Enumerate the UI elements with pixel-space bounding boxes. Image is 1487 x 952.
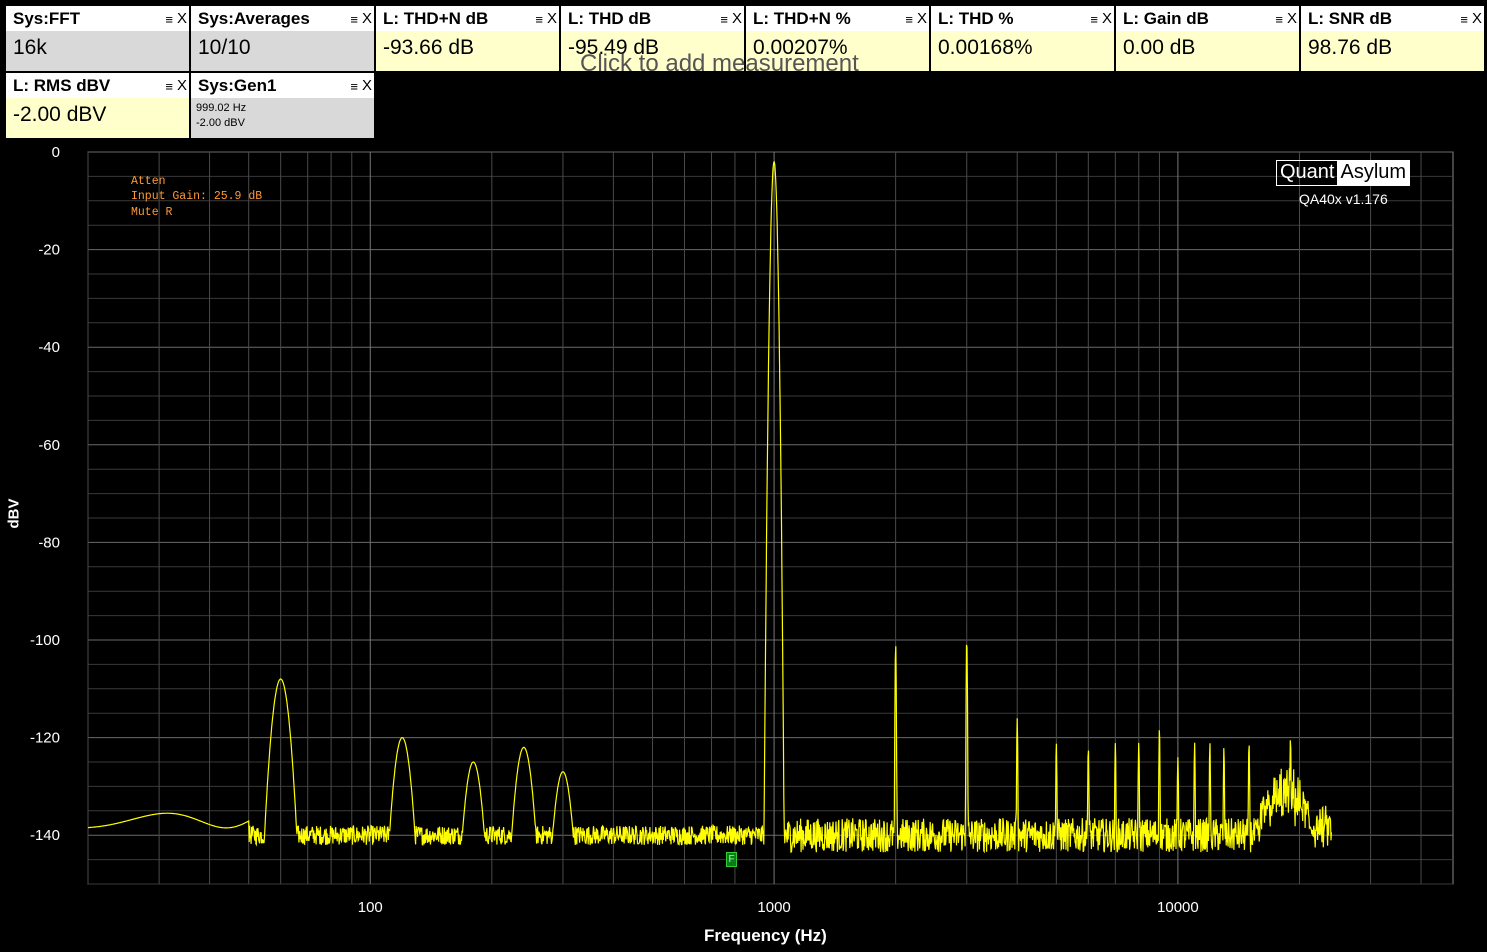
x-axis-label: Frequency (Hz) (704, 926, 827, 945)
logo-asylum: Asylum (1337, 161, 1410, 185)
annotation-input-gain: Input Gain: 25.9 dB (131, 190, 263, 203)
y-tick-labels: 0 -20 -40 -60 -80 -100 -120 -140 (30, 144, 60, 844)
y-tick-label: -140 (30, 827, 60, 844)
x-tick-label: 100 (358, 899, 383, 916)
y-tick-label: -120 (30, 730, 60, 747)
y-tick-label: -20 (38, 242, 60, 259)
y-tick-label: -100 (30, 632, 60, 649)
x-tick-label: 10000 (1157, 899, 1199, 916)
quantasylum-logo: Quant Asylum (1276, 160, 1411, 186)
y-tick-label: -60 (38, 437, 60, 454)
spectrum-chart[interactable]: 0 -20 -40 -60 -80 -100 -120 -140 100 1000 10000 (0, 0, 1487, 952)
annotation-mute: Mute R (131, 206, 173, 219)
version-label: QA40x v1.176 (1299, 191, 1388, 207)
x-tick-label: 1000 (757, 899, 790, 916)
annotation-atten: Atten (131, 175, 166, 188)
logo-quant: Quant (1280, 161, 1335, 183)
x-tick-labels: 100 1000 10000 (358, 899, 1199, 916)
y-tick-label: -40 (38, 339, 60, 356)
y-axis-label: dBV (5, 498, 23, 529)
y-tick-label: -80 (38, 534, 60, 551)
y-tick-label: 0 (52, 144, 60, 161)
fundamental-marker[interactable]: F (726, 852, 737, 867)
